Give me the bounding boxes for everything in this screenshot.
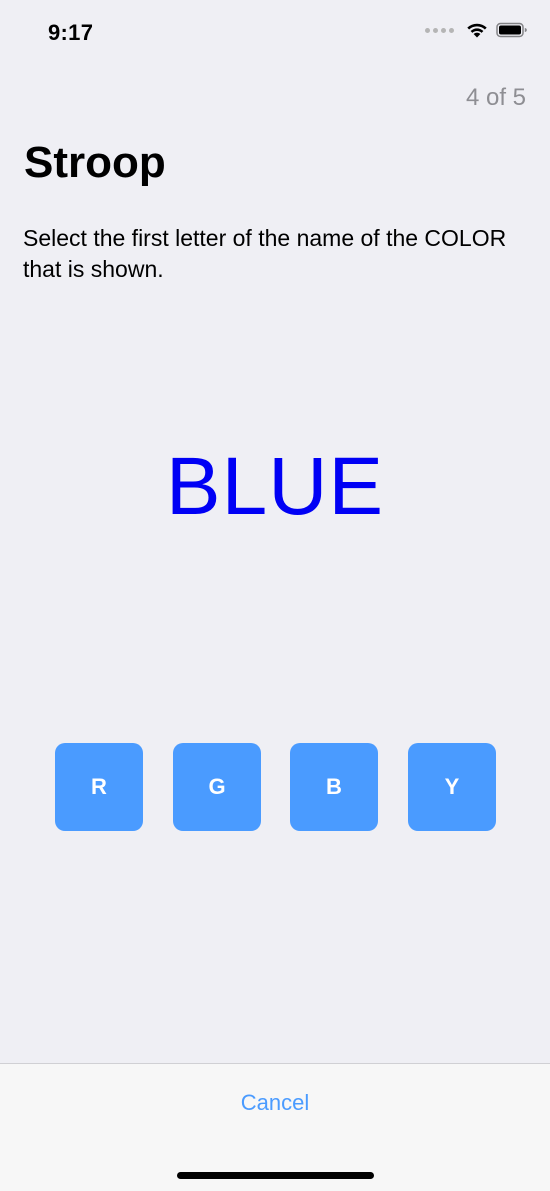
bottom-toolbar: Cancel: [0, 1063, 550, 1191]
page-title: Stroop: [24, 138, 166, 187]
status-time: 9:17: [48, 20, 94, 45]
stroop-screen: 9:17 4 of 5 Stroop Select the first lett…: [0, 0, 550, 1191]
status-icons: [425, 22, 528, 38]
home-indicator[interactable]: [177, 1172, 374, 1179]
answer-buttons: R G B Y: [55, 743, 496, 831]
step-progress: 4 of 5: [465, 84, 526, 111]
answer-button-g[interactable]: G: [173, 743, 261, 831]
battery-icon: [496, 22, 527, 38]
status-bar: 9:17: [0, 0, 550, 70]
instruction-text: Select the first letter of the name of t…: [23, 225, 507, 282]
answer-button-b[interactable]: B: [290, 743, 378, 831]
wifi-icon: [467, 23, 487, 38]
stimulus-word: BLUE: [165, 441, 385, 532]
answer-button-y[interactable]: Y: [408, 743, 496, 831]
cancel-button[interactable]: Cancel: [0, 1090, 550, 1116]
answer-button-r[interactable]: R: [55, 743, 143, 831]
cellular-signal-icon: [425, 27, 454, 33]
